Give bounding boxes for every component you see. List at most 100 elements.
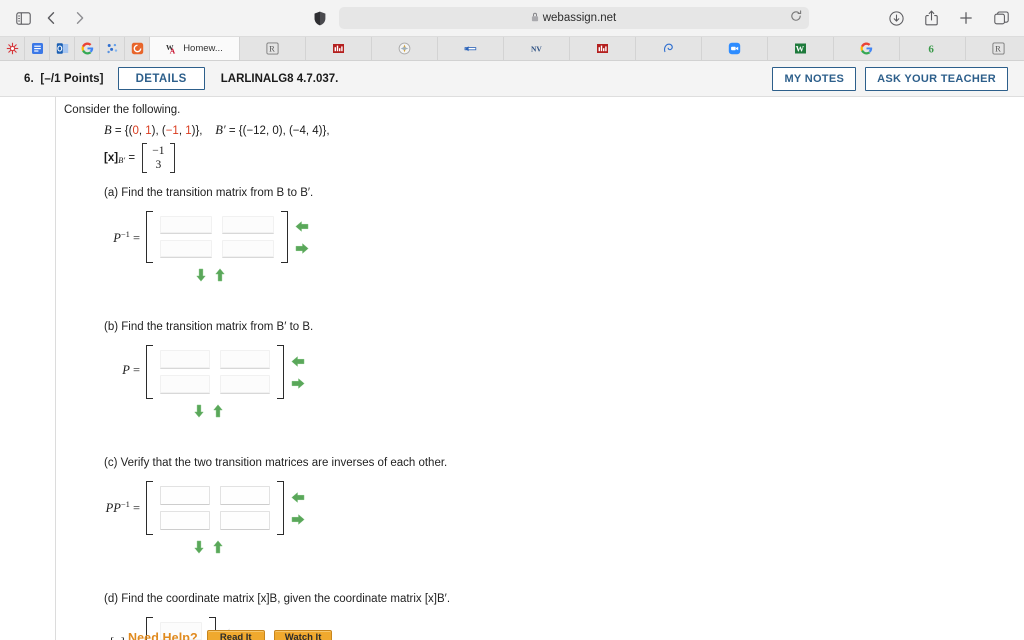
matrix-cell-grid <box>153 345 277 399</box>
problem-parts: (a) Find the transition matrix from B to… <box>64 187 1024 640</box>
toolbar-right-actions <box>873 5 1014 31</box>
browser-chrome: webassign.net W A Homew... R NV W 6 R <box>0 0 1024 61</box>
remove-row-arrow-icon[interactable] <box>193 540 204 557</box>
nv-text-icon: NV <box>530 42 543 55</box>
matrix-input-b-r1c2[interactable] <box>220 350 270 369</box>
address-bar-area: webassign.net <box>242 5 873 31</box>
shield-icon[interactable] <box>307 5 333 31</box>
svg-text:NV: NV <box>531 44 542 53</box>
given-column-vector: −1 3 <box>142 143 175 173</box>
rstudio-icon: R <box>266 42 279 55</box>
matrix-input-b-r2c1[interactable] <box>160 375 210 394</box>
question-index: 6. <box>24 72 34 85</box>
matrix-input-a-r1c2[interactable] <box>222 216 274 234</box>
row-controls <box>146 263 274 285</box>
part-a-label: (a) Find the transition matrix from B to… <box>104 187 314 199</box>
google-icon <box>860 42 873 55</box>
read-it-button[interactable]: Read It <box>206 630 265 640</box>
add-column-arrow-icon[interactable] <box>291 514 305 528</box>
webassign-icon: W A <box>166 42 179 56</box>
details-button[interactable]: DETAILS <box>117 67 205 90</box>
matrix-input-a-r1c1[interactable] <box>160 216 212 234</box>
canvas-icon <box>131 42 144 55</box>
x-subscript: B′ <box>118 155 126 166</box>
back-arrow-icon[interactable] <box>38 5 64 31</box>
part-c-matrix-widget <box>146 481 305 557</box>
matrix-input-b-r2c2[interactable] <box>220 375 270 394</box>
tab-blue-bird[interactable] <box>438 37 504 60</box>
tab-pinned-4[interactable] <box>75 37 100 60</box>
part-c-matrix-row: PP−1 = <box>104 481 1024 557</box>
browser-toolbar: webassign.net <box>0 0 1024 36</box>
address-input[interactable]: webassign.net <box>338 7 809 29</box>
vector-values: −1 3 <box>147 143 169 173</box>
add-column-arrow-icon[interactable] <box>291 378 305 392</box>
problem-part-c: (c) Verify that the two transition matri… <box>64 457 1024 557</box>
part-b-matrix-widget <box>146 345 305 421</box>
remove-column-arrow-icon[interactable] <box>291 492 305 506</box>
add-row-arrow-icon[interactable] <box>212 540 223 557</box>
matrix-bracket-right <box>277 345 284 399</box>
matrix-input-c-r2c1[interactable] <box>160 511 210 530</box>
tab-green-six[interactable]: 6 <box>900 37 966 60</box>
forward-arrow-icon[interactable] <box>66 5 92 31</box>
matrix-bracket-right <box>281 211 288 263</box>
matrix-input-c-r2c2[interactable] <box>220 511 270 530</box>
part-b-lhs: P = <box>122 363 140 377</box>
tab-rstudio-2[interactable]: R <box>966 37 1024 60</box>
add-column-arrow-icon[interactable] <box>295 243 309 257</box>
watch-it-button[interactable]: Watch It <box>273 630 333 640</box>
set-Bprime-value: = {(−12, 0), (−4, 4)}, <box>228 125 330 137</box>
sidebar-toggle-icon[interactable] <box>10 5 36 31</box>
matrix-input-a-r2c2[interactable] <box>222 240 274 258</box>
downloads-icon[interactable] <box>883 5 909 31</box>
share-icon[interactable] <box>918 5 944 31</box>
reload-icon[interactable] <box>790 9 802 27</box>
blue-document-icon <box>31 42 44 55</box>
tab-pinned-3[interactable] <box>50 37 75 60</box>
matrix-input-c-r1c2[interactable] <box>220 486 270 505</box>
google-icon <box>81 42 94 55</box>
matrix-input-a-r2c1[interactable] <box>160 240 212 258</box>
remove-row-arrow-icon[interactable] <box>195 268 206 285</box>
tab-green-w[interactable]: W <box>768 37 834 60</box>
tab-overview-icon[interactable] <box>988 5 1014 31</box>
compass-icon <box>398 42 411 55</box>
tab-blue-swirl[interactable] <box>636 37 702 60</box>
tab-homework[interactable]: W A Homew... <box>150 37 240 60</box>
add-row-arrow-icon[interactable] <box>214 268 225 285</box>
given-math: B = {(0, 1), (−1, 1)}, B′ = {(−12, 0), (… <box>104 122 1024 173</box>
tab-zoom[interactable] <box>702 37 768 60</box>
matrix-input-c-r1c1[interactable] <box>160 486 210 505</box>
matrix-input-b-r1c1[interactable] <box>160 350 210 369</box>
blue-scatter-icon <box>106 42 119 55</box>
tab-compass[interactable] <box>372 37 438 60</box>
matrix-bracketed-grid <box>146 345 305 399</box>
tab-rstudio-1[interactable]: R <box>240 37 306 60</box>
remove-column-arrow-icon[interactable] <box>291 356 305 370</box>
tab-pinned-5[interactable] <box>100 37 125 60</box>
plus-icon[interactable] <box>953 5 979 31</box>
matrix-bracket-left <box>146 211 153 263</box>
tab-label: Homew... <box>183 43 223 54</box>
tab-red-chart-2[interactable] <box>570 37 636 60</box>
zoom-icon <box>728 42 741 55</box>
add-row-arrow-icon[interactable] <box>212 404 223 421</box>
matrix-bracket-right <box>277 481 284 535</box>
tab-pinned-1[interactable] <box>0 37 25 60</box>
my-notes-button[interactable]: MY NOTES <box>772 66 857 91</box>
part-d-label: (d) Find the coordinate matrix [x]B, giv… <box>104 593 451 605</box>
tab-strip: W A Homew... R NV W 6 R <box>0 36 1024 60</box>
tab-red-chart-1[interactable] <box>306 37 372 60</box>
part-c-label: (c) Verify that the two transition matri… <box>104 457 448 469</box>
need-help-section: Need Help? Read It Watch It <box>128 630 333 640</box>
blue-swirl-icon <box>662 42 675 55</box>
ask-your-teacher-button[interactable]: ASK YOUR TEACHER <box>865 66 1008 91</box>
tab-nv[interactable]: NV <box>504 37 570 60</box>
set-Bprime-label: B′ <box>215 123 226 137</box>
remove-row-arrow-icon[interactable] <box>193 404 204 421</box>
tab-pinned-6[interactable] <box>125 37 150 60</box>
remove-column-arrow-icon[interactable] <box>295 221 309 235</box>
tab-google-2[interactable] <box>834 37 900 60</box>
tab-pinned-2[interactable] <box>25 37 50 60</box>
